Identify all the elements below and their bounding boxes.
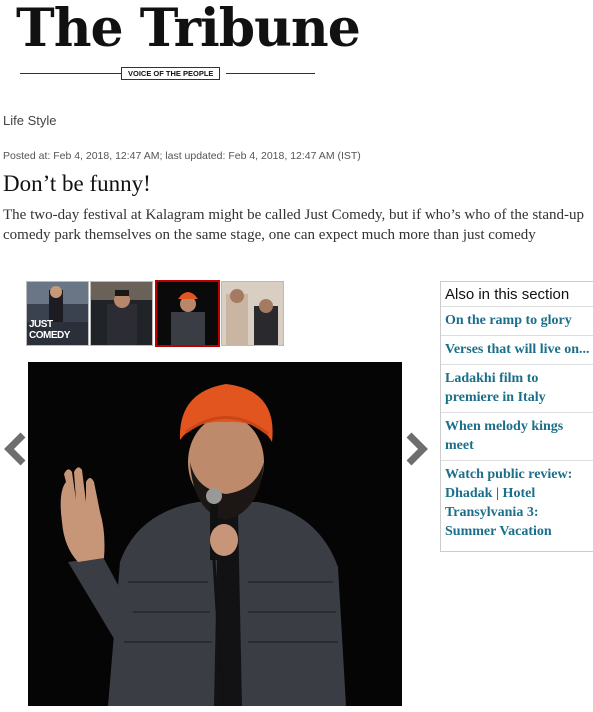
gallery-thumb-3[interactable]	[155, 280, 220, 347]
comedian-photo	[28, 362, 402, 706]
gallery-next-arrow[interactable]	[403, 432, 429, 466]
thumb-3-image	[157, 282, 218, 345]
sidebar-link-ramp[interactable]: On the ramp to glory	[441, 307, 593, 336]
masthead-title: The Tribune	[16, 0, 361, 59]
tagline-rule-left	[20, 73, 121, 74]
chevron-right-icon	[406, 432, 428, 466]
thumb-2-image	[91, 282, 152, 345]
gallery-prev-arrow[interactable]	[3, 432, 29, 466]
tagline: VOICE OF THE PEOPLE	[121, 67, 221, 80]
sidebar-heading: Also in this section	[441, 282, 593, 307]
article-main-photo	[28, 362, 402, 706]
article-summary: The two-day festival at Kalagram might b…	[3, 207, 584, 243]
section-category[interactable]: Life Style	[3, 113, 56, 128]
thumb-4-image	[222, 282, 283, 345]
tagline-rule-right	[226, 73, 315, 74]
gallery-thumb-4[interactable]	[221, 281, 284, 346]
chevron-left-icon	[4, 432, 26, 466]
tagline-banner: VOICE OF THE PEOPLE	[20, 66, 315, 80]
posted-timestamp: Posted at: Feb 4, 2018, 12:47 AM; last u…	[3, 150, 361, 162]
sidebar-link-melody-kings[interactable]: When melody kings meet	[441, 413, 593, 461]
sidebar-link-public-review[interactable]: Watch public review: Dhadak | Hotel Tran…	[441, 461, 593, 551]
tribune-logo[interactable]: The Tribune VOICE OF THE PEOPLE	[8, 0, 361, 82]
gallery-thumb-2[interactable]	[90, 281, 153, 346]
sidebar-link-verses[interactable]: Verses that will live on...	[441, 336, 593, 365]
thumb-1-caption: JUST COMEDY	[29, 319, 70, 341]
gallery-thumb-1[interactable]: JUST COMEDY	[26, 281, 89, 346]
article-headline: Don’t be funny!	[3, 171, 151, 196]
also-in-section-sidebar: Also in this section On the ramp to glor…	[440, 281, 593, 552]
sidebar-link-ladakhi-film[interactable]: Ladakhi film to premiere in Italy	[441, 365, 593, 413]
